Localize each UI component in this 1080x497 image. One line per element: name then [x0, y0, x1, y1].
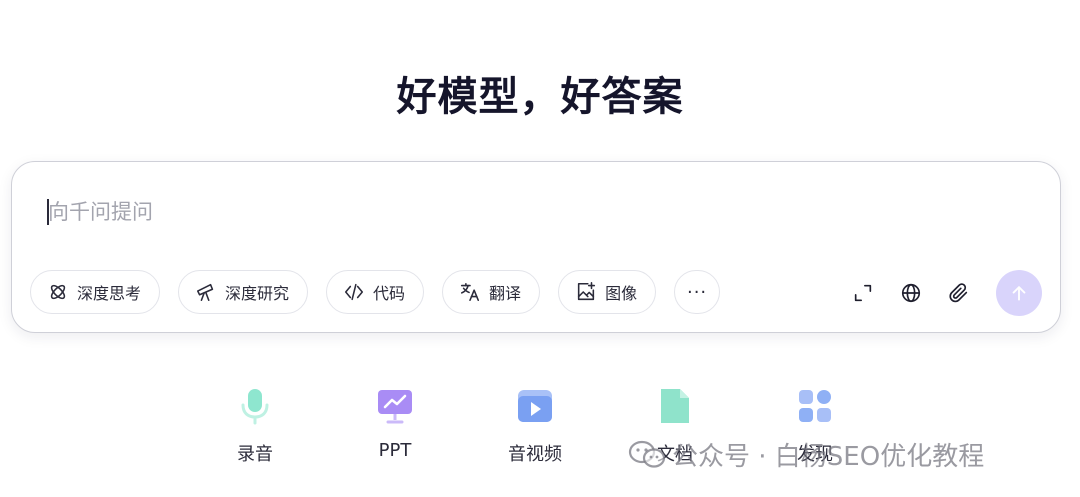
deep-research-button[interactable]: 深度研究: [178, 270, 309, 314]
arrow-up-icon: [1012, 286, 1026, 301]
image-label: 图像: [605, 284, 638, 303]
shortcut-record-label: 录音: [237, 444, 273, 465]
attach-button[interactable]: [942, 276, 976, 310]
image-button[interactable]: 图像: [558, 270, 657, 314]
translate-button[interactable]: 翻译: [442, 270, 541, 314]
watermark-text: 公众号 · 白杨SEO优化教程: [672, 442, 985, 472]
document-icon: [661, 389, 689, 423]
shortcut-audio-video-label: 音视频: [508, 444, 562, 465]
expand-button[interactable]: [846, 276, 880, 310]
web-search-button[interactable]: [894, 276, 928, 310]
mode-chips: 深度思考 深度研究 代码 翻译 图像 ···: [30, 270, 721, 314]
text-caret: [47, 199, 49, 225]
video-player-icon: [518, 390, 552, 422]
deep-think-button[interactable]: 深度思考: [30, 270, 161, 314]
code-button[interactable]: 代码: [326, 270, 425, 314]
translate-icon: [461, 282, 480, 302]
microphone-icon: [241, 389, 269, 425]
deep-think-label: 深度思考: [77, 284, 142, 303]
atom-icon: [50, 284, 66, 300]
more-button[interactable]: ···: [674, 270, 721, 314]
globe-icon: [901, 283, 921, 303]
image-icon: [577, 282, 596, 301]
paperclip-icon: [949, 283, 968, 303]
deep-research-label: 深度研究: [225, 284, 290, 303]
presentation-icon: [378, 390, 412, 424]
input-tools: [846, 270, 1042, 316]
telescope-icon: [196, 283, 214, 302]
chat-input-box: 深度思考 深度研究 代码 翻译 图: [11, 161, 1061, 333]
wechat-icon: [628, 440, 666, 468]
page-title: 好模型，好答案: [396, 74, 684, 120]
prompt-input[interactable]: [46, 194, 750, 230]
expand-icon: [854, 284, 872, 302]
shortcut-ppt[interactable]: PPT: [350, 386, 440, 461]
code-icon: [345, 283, 364, 301]
code-label: 代码: [373, 284, 406, 303]
shortcut-audio-video[interactable]: 音视频: [490, 386, 580, 466]
shortcut-ppt-label: PPT: [378, 440, 412, 461]
watermark: 公众号 · 白杨SEO优化教程: [628, 436, 984, 473]
translate-label: 翻译: [489, 284, 522, 303]
grid-apps-icon: [799, 390, 831, 422]
send-button[interactable]: [996, 270, 1042, 316]
shortcut-record[interactable]: 录音: [210, 386, 300, 466]
